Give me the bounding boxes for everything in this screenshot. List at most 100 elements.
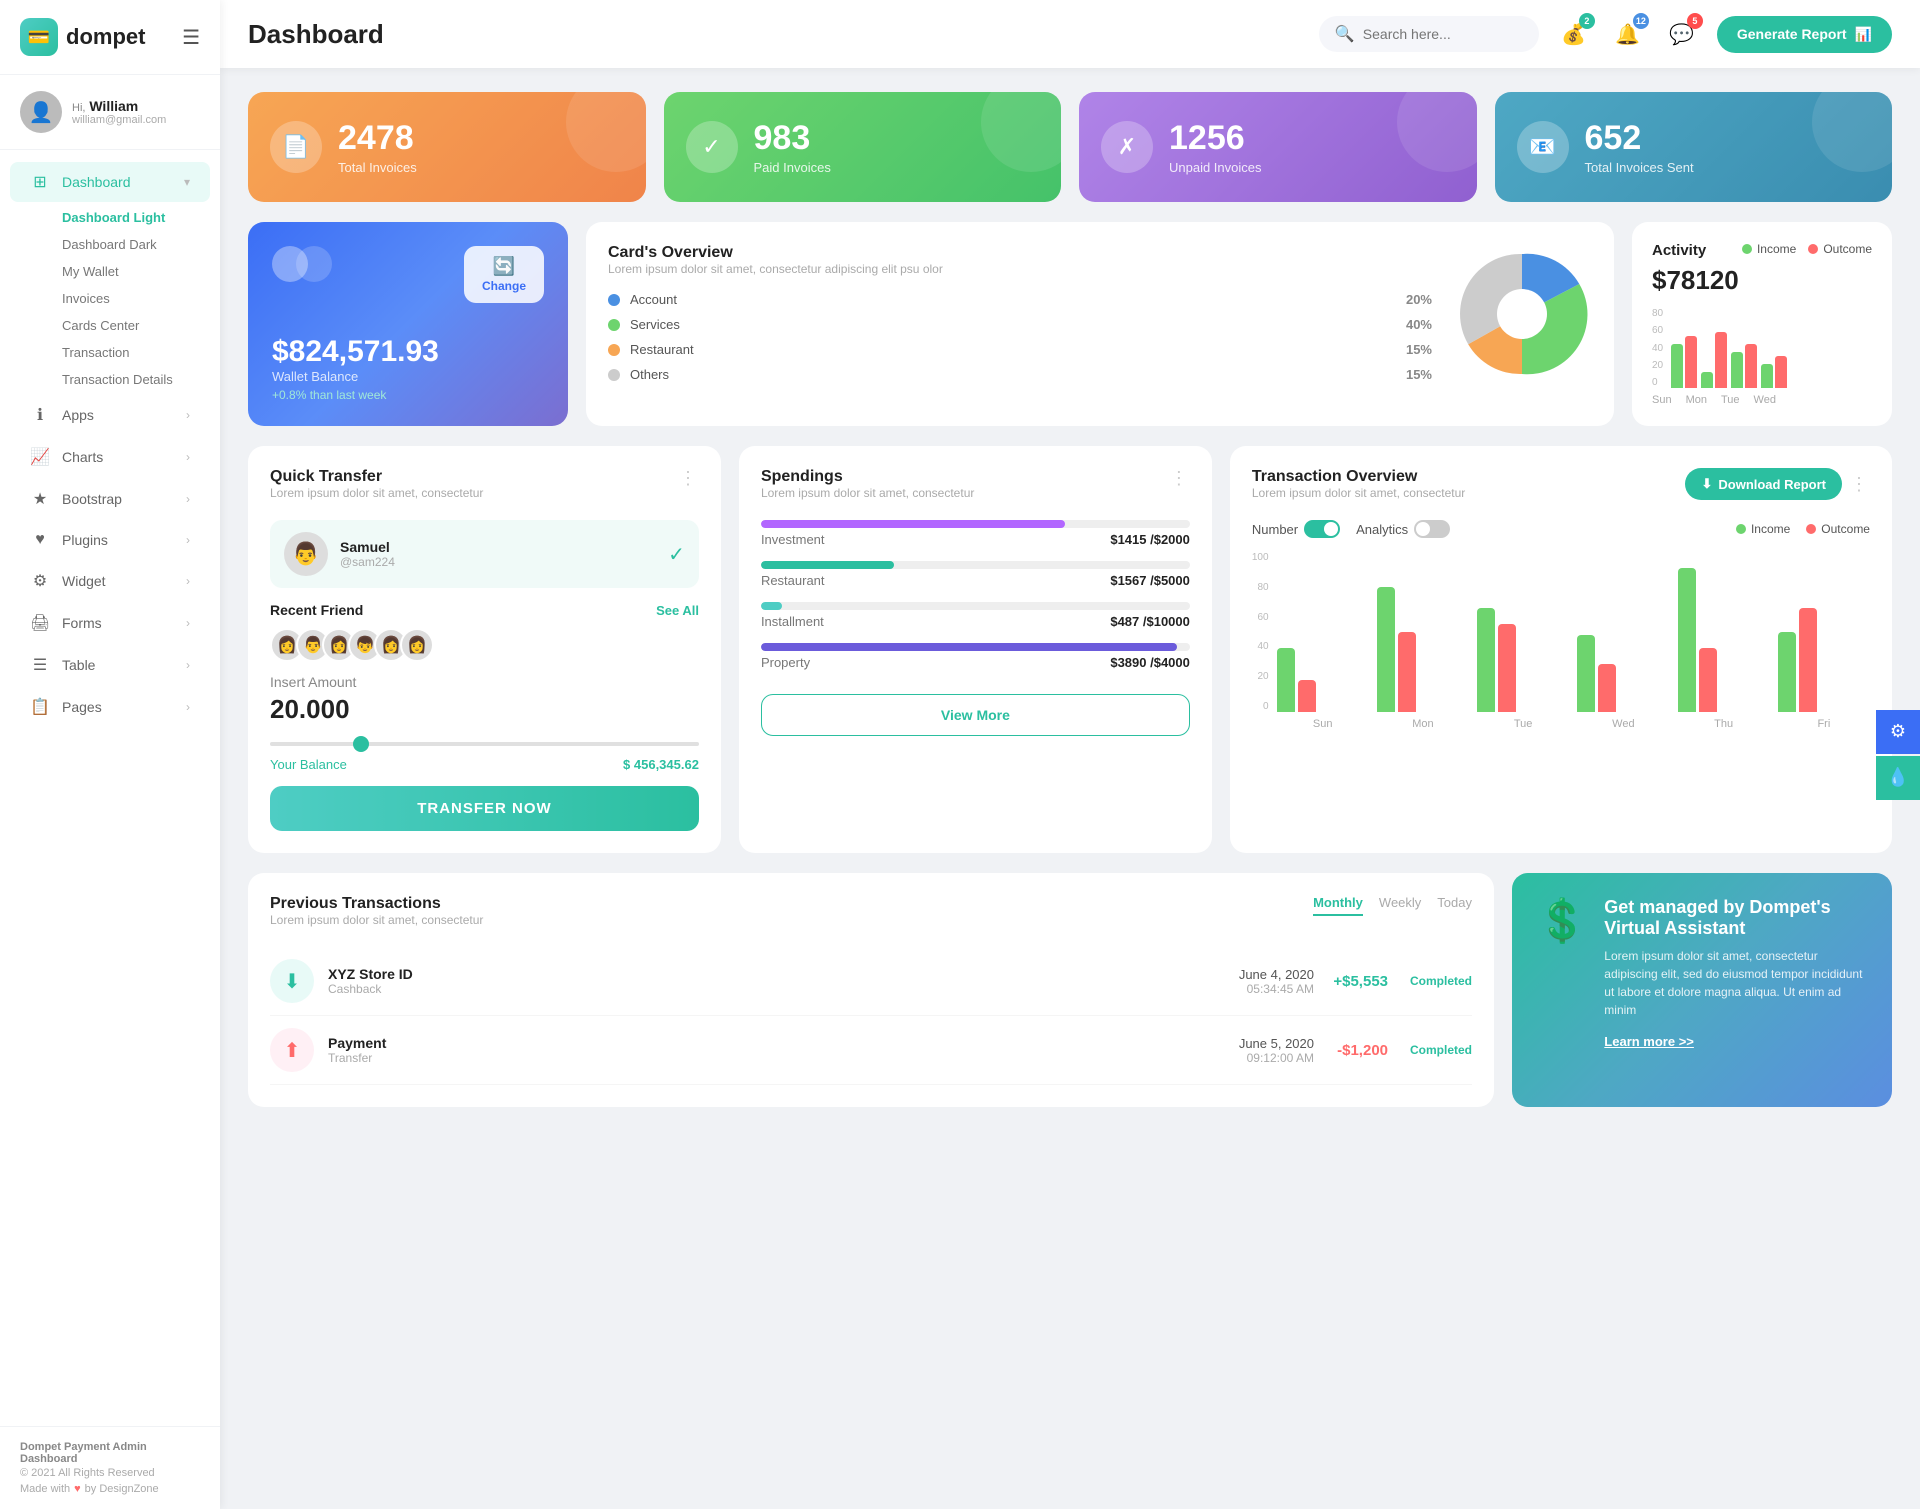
sidebar-item-label: Table	[62, 657, 95, 673]
property-amounts: $3890 /$4000	[1110, 655, 1190, 670]
sun-income-bar	[1277, 648, 1295, 712]
total-invoices-label: Total Invoices	[338, 160, 417, 175]
property-bar	[761, 643, 1190, 651]
wallet-top: 🔄 Change	[272, 246, 544, 303]
sidebar-item-label: Dashboard	[62, 174, 131, 190]
number-toggle-label: Number	[1252, 522, 1298, 537]
analytics-toggle[interactable]	[1414, 520, 1450, 538]
sidebar-item-pages[interactable]: 📋 Pages ›	[10, 687, 210, 727]
wallet-change-label: Change	[482, 279, 526, 293]
sub-item-my-wallet[interactable]: My Wallet	[52, 258, 220, 285]
investment-top: Investment $1415 /$2000	[761, 532, 1190, 547]
sidebar-item-label: Bootstrap	[62, 491, 122, 507]
sidebar-item-table[interactable]: ☰ Table ›	[10, 645, 210, 685]
va-content: 💲 Get managed by Dompet's Virtual Assist…	[1536, 897, 1868, 1051]
investment-label: Investment	[761, 532, 825, 547]
txn-more-icon[interactable]: ⋮	[1850, 474, 1870, 495]
sidebar-item-widget[interactable]: ⚙ Widget ›	[10, 561, 210, 601]
txn-date-value-2: June 5, 2020	[1239, 1036, 1314, 1051]
chevron-right-icon: ›	[186, 574, 190, 588]
spending-item-installment: Installment $487 /$10000	[761, 602, 1190, 629]
download-report-button[interactable]: ⬇ Download Report	[1685, 468, 1842, 500]
sidebar-item-charts[interactable]: 📈 Charts ›	[10, 437, 210, 477]
amount-slider[interactable]	[270, 742, 699, 746]
generate-report-button[interactable]: Generate Report 📊	[1717, 16, 1892, 53]
sidebar-item-apps[interactable]: ℹ Apps ›	[10, 395, 210, 435]
footer-year: © 2021 All Rights Reserved	[20, 1467, 200, 1479]
bar-wed-outcome	[1775, 356, 1787, 388]
circle-right	[296, 246, 332, 282]
forms-icon: 🖨	[30, 613, 50, 633]
big-bar-sun	[1277, 648, 1369, 712]
main-area: Dashboard 🔍 💰 2 🔔 12 💬 5 Generate Report…	[220, 0, 1920, 1509]
footer-love: Made with ♥ by DesignZone	[20, 1483, 200, 1495]
table-icon: ☰	[30, 655, 50, 675]
sub-item-transaction[interactable]: Transaction	[52, 339, 220, 366]
tue-outcome-bar	[1498, 624, 1516, 712]
transaction-overview-card: Transaction Overview Lorem ipsum dolor s…	[1230, 446, 1892, 853]
notification-button[interactable]: 🔔 12	[1609, 15, 1647, 53]
income-dot-txn	[1736, 524, 1746, 534]
transfer-now-button[interactable]: TRANSFER NOW	[270, 786, 699, 831]
bootstrap-icon: ★	[30, 489, 50, 509]
sub-item-transaction-details[interactable]: Transaction Details	[52, 366, 220, 393]
filter-today[interactable]: Today	[1437, 895, 1472, 916]
sub-item-dashboard-light[interactable]: Dashboard Light	[52, 204, 220, 231]
transfer-user[interactable]: 👨 Samuel @sam224 ✓	[270, 520, 699, 588]
txn-status: Completed	[1402, 974, 1472, 988]
outcome-legend: Outcome	[1808, 242, 1872, 256]
view-more-button[interactable]: View More	[761, 694, 1190, 736]
bottom-row: Previous Transactions Lorem ipsum dolor …	[248, 873, 1892, 1107]
page-title: Dashboard	[248, 19, 1303, 50]
droplet-side-button[interactable]: 💧	[1876, 756, 1920, 800]
others-pct: 15%	[1406, 367, 1432, 382]
income-legend-txn: Income	[1736, 522, 1790, 536]
wallet-change-button[interactable]: 🔄 Change	[464, 246, 544, 303]
label-mon: Mon	[1686, 394, 1707, 406]
total-invoices-icon: 📄	[270, 121, 322, 173]
transfer-avatar: 👨	[284, 532, 328, 576]
sidebar-item-forms[interactable]: 🖨 Forms ›	[10, 603, 210, 643]
more-options-icon[interactable]: ⋮	[679, 468, 699, 489]
transfer-user-name: Samuel	[340, 539, 395, 555]
x-label-wed: Wed	[1577, 718, 1669, 730]
sidebar-item-bootstrap[interactable]: ★ Bootstrap ›	[10, 479, 210, 519]
txn-amount: +$5,553	[1328, 973, 1388, 990]
hamburger-button[interactable]: ☰	[182, 25, 200, 50]
filter-weekly[interactable]: Weekly	[1379, 895, 1421, 916]
outcome-label: Outcome	[1823, 242, 1872, 256]
search-input[interactable]	[1363, 26, 1523, 42]
recent-avatar-6[interactable]: 👩	[400, 628, 434, 662]
total-invoices-number: 2478	[338, 119, 417, 158]
chat-button[interactable]: 💬 5	[1663, 15, 1701, 53]
sub-item-cards-center[interactable]: Cards Center	[52, 312, 220, 339]
label-tue: Tue	[1721, 394, 1740, 406]
overview-left: Card's Overview Lorem ipsum dolor sit am…	[608, 244, 1432, 382]
spendings-more-icon[interactable]: ⋮	[1170, 468, 1190, 489]
sidebar-item-plugins[interactable]: ♥ Plugins ›	[10, 521, 210, 559]
charts-icon: 📈	[30, 447, 50, 467]
chevron-right-icon: ›	[186, 616, 190, 630]
sidebar-item-label: Apps	[62, 407, 94, 423]
paid-invoices-icon: ✓	[686, 121, 738, 173]
sub-item-invoices[interactable]: Invoices	[52, 285, 220, 312]
stat-card-unpaid: ✗ 1256 Unpaid Invoices	[1079, 92, 1477, 202]
sidebar-item-label: Pages	[62, 699, 102, 715]
sub-item-dashboard-dark[interactable]: Dashboard Dark	[52, 231, 220, 258]
spendings-header: Spendings Lorem ipsum dolor sit amet, co…	[761, 468, 1190, 516]
settings-side-button[interactable]: ⚙	[1876, 710, 1920, 754]
search-icon: 🔍	[1335, 24, 1355, 44]
amount-label: Insert Amount	[270, 674, 699, 690]
search-box[interactable]: 🔍	[1319, 16, 1539, 52]
unpaid-invoices-label: Unpaid Invoices	[1169, 160, 1262, 175]
wallet-icon-button[interactable]: 💰 2	[1555, 15, 1593, 53]
filter-monthly[interactable]: Monthly	[1313, 895, 1363, 916]
sidebar-item-dashboard[interactable]: ⊞ Dashboard ▾	[10, 162, 210, 202]
thu-outcome-bar	[1699, 648, 1717, 712]
number-toggle[interactable]	[1304, 520, 1340, 538]
bar-mon-income	[1701, 372, 1713, 388]
legend-item-account: Account 20%	[608, 292, 1432, 307]
va-learn-more-link[interactable]: Learn more >>	[1604, 1034, 1694, 1049]
see-all-button[interactable]: See All	[656, 603, 699, 618]
chevron-right-icon: ›	[186, 492, 190, 506]
